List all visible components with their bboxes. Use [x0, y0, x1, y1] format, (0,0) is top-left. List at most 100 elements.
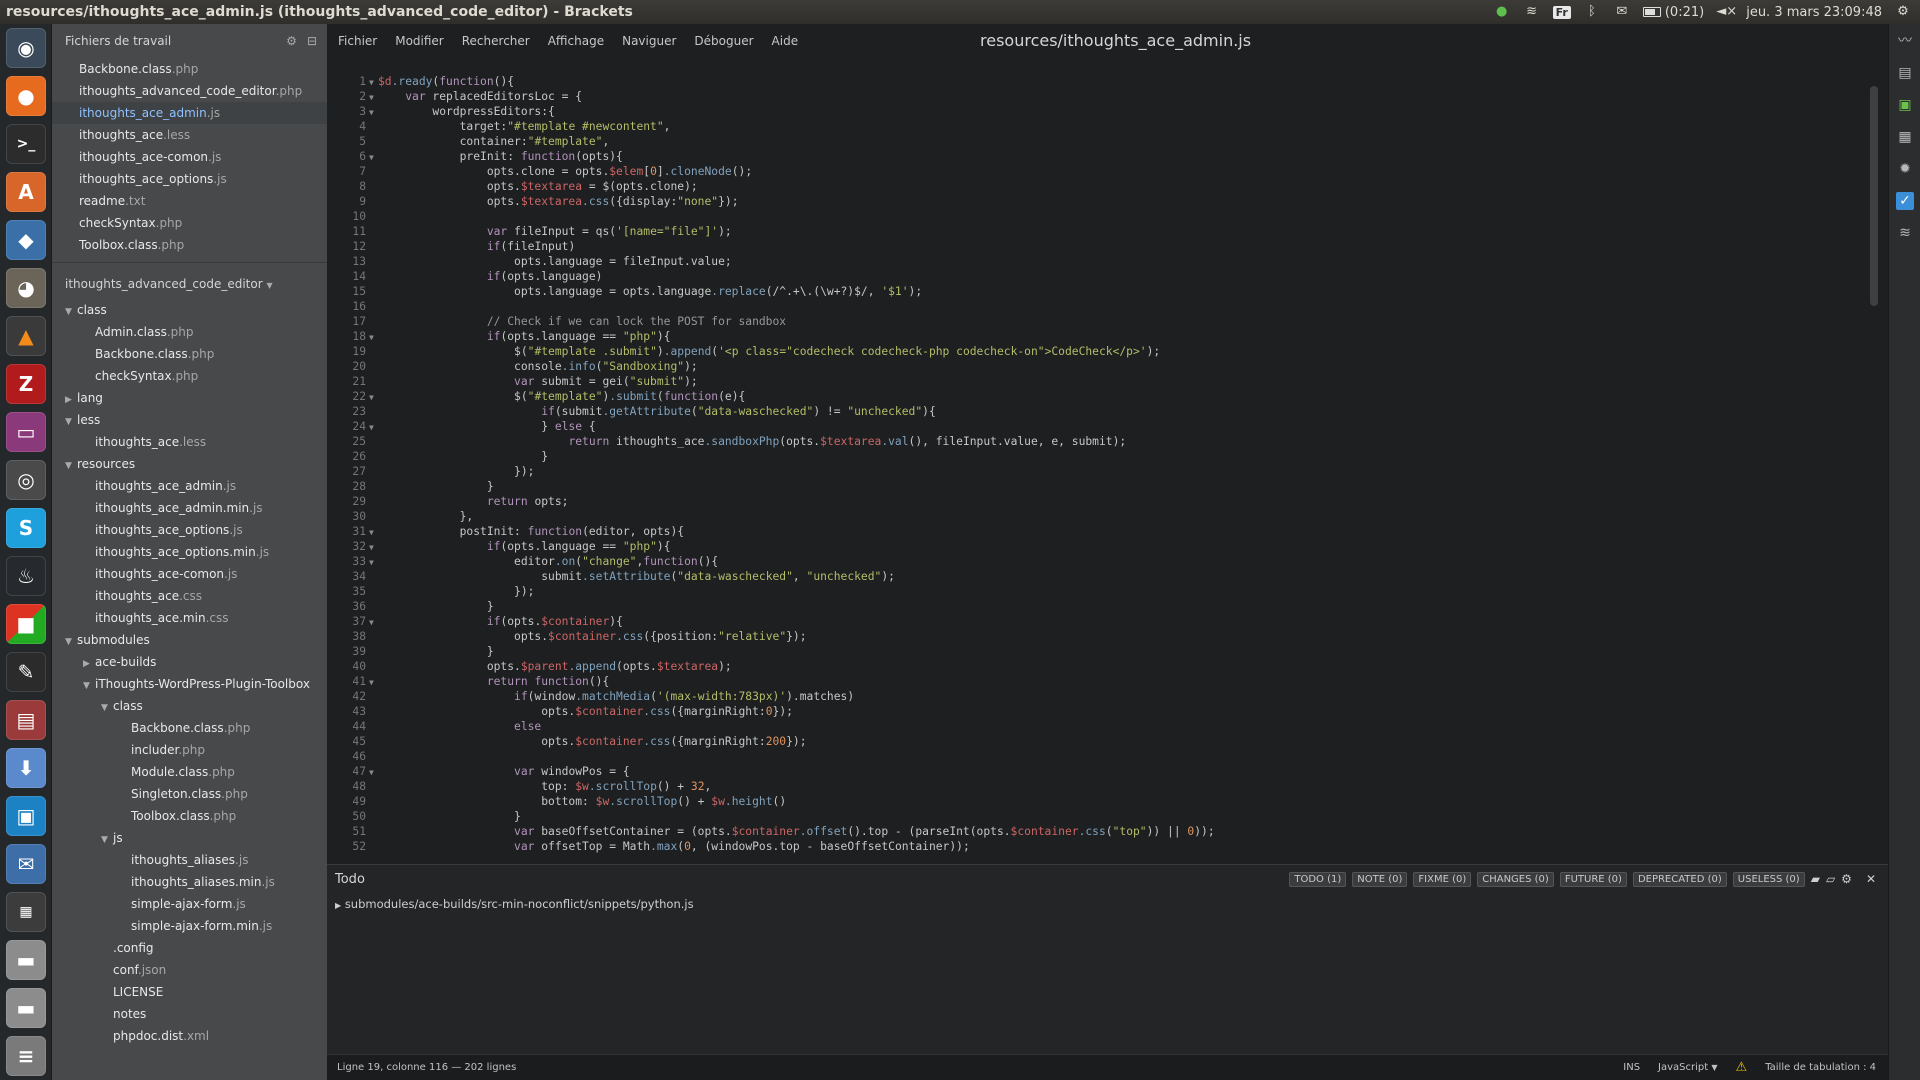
menu-item[interactable]: Modifier [386, 34, 453, 48]
tree-folder[interactable]: ▶ ace-builds [52, 651, 327, 673]
bluetooth-icon[interactable]: ᛒ [1583, 4, 1601, 20]
colorful-app-icon[interactable]: ■ [6, 604, 46, 644]
todo-file-item[interactable]: ▶ submodules/ace-builds/src-min-noconfli… [327, 893, 1888, 915]
fold-arrow-icon[interactable]: ▼ [369, 420, 378, 435]
tree-file[interactable]: ithoughts_ace-comon.js [52, 563, 327, 585]
tree-file[interactable]: ithoughts_ace_admin.js [52, 475, 327, 497]
grid-icon[interactable]: ▦ [1896, 128, 1914, 146]
tree-folder[interactable]: ▼ iThoughts-WordPress-Plugin-Toolbox [52, 673, 327, 695]
dash-icon[interactable]: ◉ [6, 28, 46, 68]
tree-file[interactable]: Backbone.class.php [52, 343, 327, 365]
fold-arrow-icon[interactable]: ▼ [369, 75, 378, 90]
tree-folder[interactable]: ▼ class [52, 695, 327, 717]
fold-arrow-icon[interactable]: ▼ [369, 330, 378, 345]
editor-scrollbar[interactable] [1870, 86, 1878, 306]
tree-file[interactable]: simple-ajax-form.js [52, 893, 327, 915]
vlc-icon[interactable]: ▲ [6, 316, 46, 356]
menu-item[interactable]: Aide [763, 34, 808, 48]
lightbulb-icon[interactable]: ✹ [1896, 160, 1914, 178]
split-view-icon[interactable]: ⊟ [307, 34, 317, 48]
insert-mode-toggle[interactable]: INS [1623, 1062, 1640, 1073]
archive-app-icon[interactable]: ▤ [6, 700, 46, 740]
tree-file[interactable]: simple-ajax-form.min.js [52, 915, 327, 937]
tree-file[interactable]: ithoughts_ace.less [52, 431, 327, 453]
tree-folder[interactable]: ▶ lang [52, 387, 327, 409]
trash-stack-icon[interactable]: ≡ [6, 1036, 46, 1076]
fold-arrow-icon[interactable]: ▼ [369, 675, 378, 690]
brackets-icon[interactable]: ▣ [6, 796, 46, 836]
tree-file[interactable]: ithoughts_ace_options.js [52, 519, 327, 541]
tree-file[interactable]: ithoughts_aliases.min.js [52, 871, 327, 893]
tree-folder[interactable]: ▼ resources [52, 453, 327, 475]
menu-item[interactable]: Rechercher [453, 34, 539, 48]
folder-open-icon[interactable]: ▱ [1826, 872, 1835, 886]
working-file-item[interactable]: Backbone.class.php [52, 58, 327, 80]
working-file-item[interactable]: ithoughts_ace_options.js [52, 168, 327, 190]
menu-item[interactable]: Naviguer [613, 34, 685, 48]
fold-arrow-icon[interactable]: ▼ [369, 150, 378, 165]
todo-filter-badge[interactable]: TODO (1) [1289, 871, 1347, 887]
tree-folder[interactable]: ▼ class [52, 299, 327, 321]
tree-file[interactable]: ithoughts_ace_options.min.js [52, 541, 327, 563]
steam-icon[interactable]: ♨ [6, 556, 46, 596]
working-files-settings-icon[interactable]: ⚙ [286, 34, 297, 48]
keyboard-layout-indicator[interactable]: Fr [1552, 5, 1571, 19]
todo-filter-badge[interactable]: FIXME (0) [1413, 871, 1472, 887]
firefox-icon[interactable]: ● [6, 76, 46, 116]
tree-file[interactable]: Toolbox.class.php [52, 805, 327, 827]
battery-indicator[interactable]: (0:21) [1642, 5, 1704, 20]
clock[interactable]: jeu. 3 mars 23:09:48 [1746, 5, 1882, 20]
working-file-item[interactable]: ithoughts_ace-comon.js [52, 146, 327, 168]
working-file-item[interactable]: ithoughts_ace.less [52, 124, 327, 146]
todo-filter-badge[interactable]: DEPRECATED (0) [1632, 871, 1727, 887]
fold-arrow-icon[interactable]: ▼ [369, 390, 378, 405]
tree-file[interactable]: ithoughts_aliases.js [52, 849, 327, 871]
tree-file[interactable]: .config [52, 937, 327, 959]
tree-file[interactable]: ithoughts_ace.min.css [52, 607, 327, 629]
tab-size-setting[interactable]: Taille de tabulation : 4 [1765, 1062, 1876, 1073]
tree-folder[interactable]: ▼ less [52, 409, 327, 431]
window-app-icon[interactable]: ▭ [6, 412, 46, 452]
warning-icon[interactable]: ⚠ [1736, 1060, 1748, 1075]
gimp-icon[interactable]: ◕ [6, 268, 46, 308]
tree-file[interactable]: ithoughts_ace.css [52, 585, 327, 607]
tree-file[interactable]: notes [52, 1003, 327, 1025]
tree-file[interactable]: ithoughts_ace_admin.min.js [52, 497, 327, 519]
settings-app-icon[interactable]: ▦ [6, 892, 46, 932]
language-selector[interactable]: JavaScript ▼ [1658, 1062, 1717, 1073]
fold-arrow-icon[interactable]: ▼ [369, 615, 378, 630]
todo-filter-badge[interactable]: CHANGES (0) [1477, 871, 1554, 887]
working-file-item[interactable]: readme.txt [52, 190, 327, 212]
code-editor[interactable]: 1 ▼ $d.ready(function(){2 ▼ var replacedEdi… [327, 74, 1888, 886]
tree-file[interactable]: Singleton.class.php [52, 783, 327, 805]
todo-filter-badge[interactable]: USELESS (0) [1732, 871, 1805, 887]
extension-green-icon[interactable]: ▣ [1896, 96, 1914, 114]
drive-icon[interactable]: ▬ [6, 940, 46, 980]
fold-arrow-icon[interactable]: ▼ [369, 540, 378, 555]
fold-arrow-icon[interactable]: ▼ [369, 525, 378, 540]
working-file-item[interactable]: Toolbox.class.php [52, 234, 327, 256]
folder-icon[interactable]: ▰ [1811, 872, 1820, 886]
drive-icon-2[interactable]: ▬ [6, 988, 46, 1028]
live-preview-icon[interactable]: 〰 [1896, 32, 1914, 50]
tree-file[interactable]: phpdoc.dist.xml [52, 1025, 327, 1047]
session-gear-icon[interactable]: ⚙ [1894, 4, 1912, 20]
wifi-icon[interactable]: ≋ [1523, 4, 1541, 20]
working-file-item[interactable]: ithoughts_ace_admin.js [52, 102, 327, 124]
software-center-icon[interactable]: A [6, 172, 46, 212]
volume-muted-icon[interactable]: ◄× [1716, 4, 1737, 20]
inkscape-icon[interactable]: ✎ [6, 652, 46, 692]
media-app-icon[interactable]: ◎ [6, 460, 46, 500]
tree-file[interactable]: checkSyntax.php [52, 365, 327, 387]
dropbox-icon[interactable]: ◆ [6, 220, 46, 260]
working-file-item[interactable]: checkSyntax.php [52, 212, 327, 234]
project-dropdown[interactable]: ithoughts_advanced_code_editor ▼ [52, 269, 327, 299]
fold-arrow-icon[interactable]: ▼ [369, 105, 378, 120]
tree-file[interactable]: LICENSE [52, 981, 327, 1003]
settings-icon[interactable]: ⚙ [1841, 872, 1852, 886]
menu-item[interactable]: Affichage [539, 34, 613, 48]
menu-item[interactable]: Déboguer [685, 34, 762, 48]
fold-arrow-icon[interactable]: ▼ [369, 765, 378, 780]
tree-folder[interactable]: ▼ js [52, 827, 327, 849]
download-app-icon[interactable]: ⬇ [6, 748, 46, 788]
